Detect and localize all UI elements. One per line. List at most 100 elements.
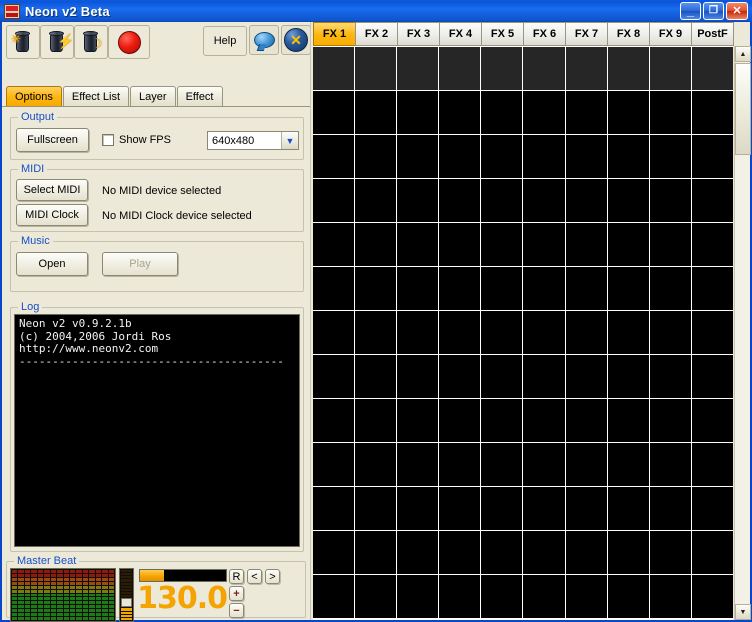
fx-grid-cell[interactable] — [649, 267, 691, 310]
fx-grid-cell[interactable] — [691, 355, 733, 398]
fx-grid-cell[interactable] — [691, 531, 733, 574]
fx-grid-cell[interactable] — [691, 267, 733, 310]
fx-grid-cell[interactable] — [313, 267, 355, 310]
fx-grid-cell[interactable] — [565, 575, 607, 618]
tab-layer[interactable]: Layer — [130, 86, 176, 107]
beat-prev-button[interactable]: < — [247, 569, 262, 584]
maximize-button[interactable]: ❐ — [703, 2, 724, 20]
fx-grid-cell[interactable] — [649, 531, 691, 574]
fx-grid-cell[interactable] — [607, 575, 649, 618]
fx-grid-cell[interactable] — [523, 355, 565, 398]
open-music-button[interactable]: Open — [16, 252, 88, 276]
fx-grid-cell[interactable] — [523, 311, 565, 354]
exit-button[interactable]: ✕ — [281, 25, 311, 55]
play-music-button[interactable]: Play — [102, 252, 178, 276]
fx-grid-cell[interactable] — [355, 487, 397, 530]
fx-grid-cell[interactable] — [691, 179, 733, 222]
fx-grid-cell[interactable] — [439, 267, 481, 310]
fx-grid-cell[interactable] — [649, 355, 691, 398]
fx-grid-cell[interactable] — [523, 223, 565, 266]
fx-grid-cell[interactable] — [565, 487, 607, 530]
fx-grid-cell[interactable] — [565, 399, 607, 442]
fx-grid-cell[interactable] — [523, 575, 565, 618]
fx-grid-cell[interactable] — [397, 487, 439, 530]
fx-grid-cell[interactable] — [649, 443, 691, 486]
fx-grid-cell[interactable] — [481, 179, 523, 222]
fullscreen-button[interactable]: Fullscreen — [16, 128, 89, 152]
resolution-select[interactable]: 640x480 ▼ — [207, 131, 299, 150]
fx-grid-cell[interactable] — [691, 223, 733, 266]
fx-grid-cell[interactable] — [313, 487, 355, 530]
fx-grid-cell[interactable] — [439, 47, 481, 90]
fx-grid-cell[interactable] — [565, 223, 607, 266]
fx-grid-cell[interactable] — [565, 355, 607, 398]
beat-next-button[interactable]: > — [265, 569, 280, 584]
fx-grid-cell[interactable] — [607, 311, 649, 354]
fx-grid-cell[interactable] — [355, 399, 397, 442]
fx-grid-cell[interactable] — [523, 91, 565, 134]
fx-grid-cell[interactable] — [649, 311, 691, 354]
fx-grid-cell[interactable] — [397, 47, 439, 90]
fx-grid-cell[interactable] — [523, 487, 565, 530]
fx-tab-3[interactable]: FX 3 — [397, 22, 440, 46]
fx-grid-cell[interactable] — [649, 135, 691, 178]
fx-grid-cell[interactable] — [523, 531, 565, 574]
fx-grid-cell[interactable] — [691, 91, 733, 134]
fx-grid-cell[interactable] — [607, 399, 649, 442]
fx-grid-cell[interactable] — [691, 47, 733, 90]
fx-tab-8[interactable]: FX 8 — [607, 22, 650, 46]
fx-grid-cell[interactable] — [481, 355, 523, 398]
fx-grid-cell[interactable] — [481, 531, 523, 574]
fx-grid-cell[interactable] — [313, 179, 355, 222]
fx-grid-cell[interactable] — [607, 531, 649, 574]
fx-grid-cell[interactable] — [649, 399, 691, 442]
fx-grid-cell[interactable] — [355, 91, 397, 134]
tab-options[interactable]: Options — [6, 86, 62, 107]
fx-grid-scrollbar[interactable]: ▲ ▼ — [734, 46, 751, 620]
fx-grid-cell[interactable] — [481, 443, 523, 486]
fx-grid-cell[interactable] — [439, 355, 481, 398]
fx-tab-7[interactable]: FX 7 — [565, 22, 608, 46]
fx-grid-cell[interactable] — [523, 179, 565, 222]
fx-grid-cell[interactable] — [355, 47, 397, 90]
fx-tab-10[interactable]: PostF — [691, 22, 734, 46]
fx-grid-cell[interactable] — [439, 531, 481, 574]
tab-effect[interactable]: Effect — [176, 86, 223, 107]
fx-grid-cell[interactable] — [397, 311, 439, 354]
fx-grid-cell[interactable] — [355, 135, 397, 178]
fx-grid-cell[interactable] — [355, 531, 397, 574]
fx-grid-cell[interactable] — [481, 399, 523, 442]
fx-grid-cell[interactable] — [439, 179, 481, 222]
load-preset-button[interactable]: ⚡ — [40, 25, 74, 59]
fx-grid-cell[interactable] — [607, 487, 649, 530]
log-output[interactable]: Neon v2 v0.9.2.1b (c) 2004,2006 Jordi Ro… — [14, 314, 300, 547]
fx-grid-cell[interactable] — [481, 47, 523, 90]
fx-grid-cell[interactable] — [439, 223, 481, 266]
fx-grid-cell[interactable] — [565, 47, 607, 90]
fx-grid-cell[interactable] — [607, 47, 649, 90]
fx-grid-cell[interactable] — [649, 179, 691, 222]
fx-grid-cell[interactable] — [565, 531, 607, 574]
fx-grid-cell[interactable] — [313, 443, 355, 486]
fx-grid-cell[interactable] — [355, 311, 397, 354]
fx-grid-cell[interactable] — [565, 179, 607, 222]
fx-grid-cell[interactable] — [481, 311, 523, 354]
show-fps-checkbox[interactable]: Show FPS — [102, 134, 171, 146]
fx-grid-cell[interactable] — [523, 267, 565, 310]
fx-grid-cell[interactable] — [649, 575, 691, 618]
fx-grid-cell[interactable] — [355, 223, 397, 266]
fx-grid-cell[interactable] — [607, 443, 649, 486]
fx-grid-cell[interactable] — [607, 223, 649, 266]
fx-grid-cell[interactable] — [355, 443, 397, 486]
fx-grid-cell[interactable] — [523, 135, 565, 178]
fx-grid-cell[interactable] — [397, 399, 439, 442]
fx-grid-cell[interactable] — [439, 311, 481, 354]
fx-grid-cell[interactable] — [565, 135, 607, 178]
fx-grid-cell[interactable] — [523, 399, 565, 442]
fx-grid-cell[interactable] — [481, 91, 523, 134]
fx-grid-cell[interactable] — [439, 399, 481, 442]
fx-grid-cell[interactable] — [397, 91, 439, 134]
fx-grid-cell[interactable] — [439, 487, 481, 530]
scroll-down-button[interactable]: ▼ — [735, 604, 751, 620]
fx-grid-cell[interactable] — [691, 487, 733, 530]
